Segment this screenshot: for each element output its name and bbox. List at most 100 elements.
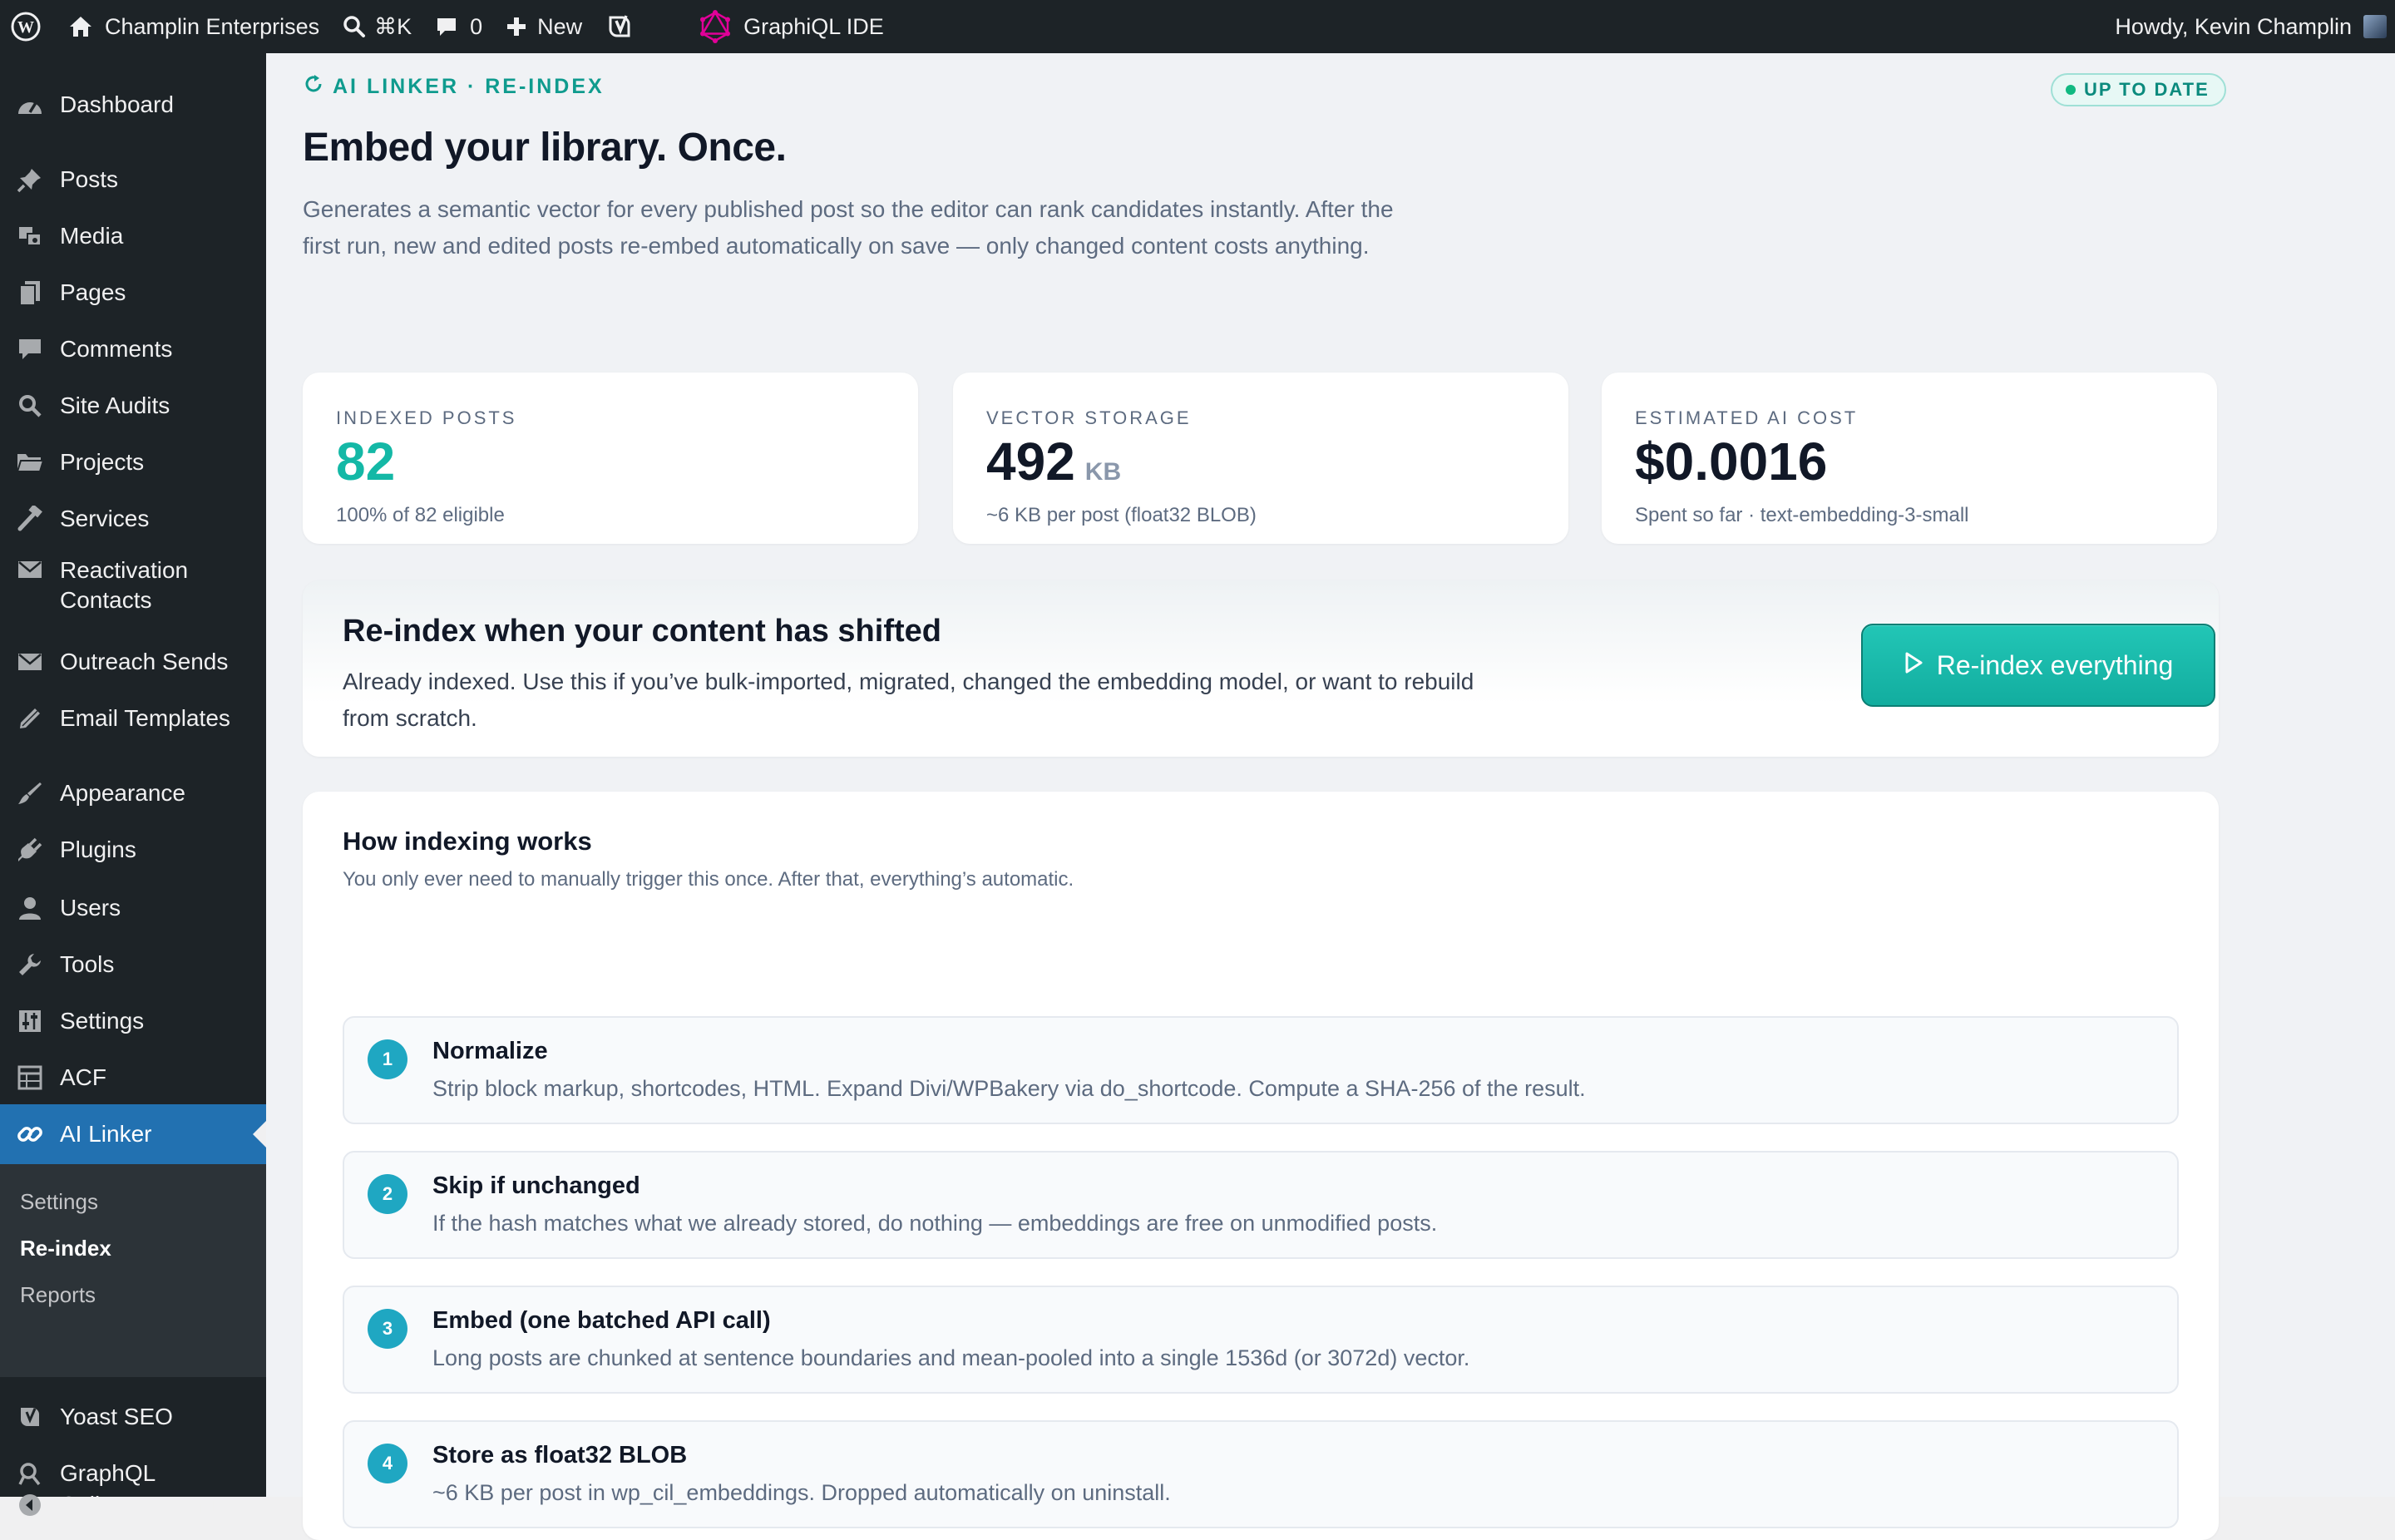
admin-bar: W Champlin Enterprises ⌘K 0 New GraphiQL… (0, 0, 2395, 53)
sidebar-label-ai-linker: AI Linker (60, 1121, 152, 1147)
dashboard-gauge-icon (0, 92, 60, 117)
submenu-item-reports[interactable]: Reports (20, 1282, 96, 1308)
sidebar-item-email-templates[interactable]: Email Templates (0, 695, 266, 742)
sidebar-item-services[interactable]: Services (0, 496, 266, 542)
breadcrumb: AI LINKER · RE-INDEX (303, 73, 605, 101)
step-description: ~6 KB per post in wp_cil_embeddings. Dro… (432, 1480, 1171, 1505)
stat-card-estimated-cost: ESTIMATED AI COST $0.0016 Spent so far ·… (1602, 373, 2217, 544)
reindex-description: Already indexed. Use this if you’ve bulk… (343, 669, 1474, 731)
sidebar-label-media: Media (60, 223, 124, 249)
sidebar-item-appearance[interactable]: Appearance (0, 770, 266, 817)
search-icon (343, 15, 366, 38)
stat-unit: KB (1084, 458, 1122, 486)
stat-value: 492 KB (986, 431, 1121, 492)
comments-link[interactable]: 0 (423, 0, 494, 53)
step-number-badge: 1 (368, 1039, 407, 1079)
sidebar-label-posts: Posts (60, 166, 119, 192)
sidebar-item-yoast-seo[interactable]: Yoast SEO (0, 1394, 266, 1440)
plus-icon (506, 16, 527, 37)
stat-value: 82 (336, 431, 395, 492)
sidebar-item-pages[interactable]: Pages (0, 269, 266, 316)
sidebar-label-email-templates: Email Templates (60, 705, 230, 731)
sidebar-item-outreach-sends[interactable]: Outreach Sends (0, 639, 266, 685)
admin-sidebar: Dashboard Posts Media Pages Comments Sit… (0, 53, 266, 1518)
sidebar-item-acf[interactable]: ACF (0, 1054, 266, 1101)
plug-icon (0, 837, 60, 863)
reindex-button-label: Re-index everything (1936, 649, 2174, 680)
new-label: New (537, 13, 583, 39)
graphiql-link[interactable]: GraphiQL IDE (687, 0, 896, 53)
breadcrumb-label: AI LINKER · RE-INDEX (333, 75, 605, 98)
sidebar-item-settings[interactable]: Settings (0, 998, 266, 1044)
step-title: Skip if unchanged (432, 1172, 640, 1199)
how-subtitle: You only ever need to manually trigger t… (343, 868, 1074, 891)
search-shortcut-label: ⌘K (374, 13, 412, 39)
how-title: How indexing works (343, 827, 592, 856)
site-name-link[interactable]: Champlin Enterprises (57, 0, 331, 53)
sidebar-item-posts[interactable]: Posts (0, 156, 266, 203)
comment-bubble-icon (435, 15, 458, 38)
sidebar-label-services: Services (60, 506, 150, 531)
step-card: 3 Embed (one batched API call) Long post… (343, 1286, 2179, 1394)
step-number-badge: 4 (368, 1444, 407, 1483)
home-icon (68, 15, 93, 38)
stat-card-indexed-posts: INDEXED POSTS 82 100% of 82 eligible (303, 373, 918, 544)
comments-count: 0 (470, 13, 483, 39)
status-badge: UP TO DATE (2051, 73, 2226, 106)
submenu-item-settings[interactable]: Settings (20, 1189, 98, 1215)
step-card: 2 Skip if unchanged If the hash matches … (343, 1151, 2179, 1259)
account-menu[interactable]: Howdy, Kevin Champlin (2103, 0, 2395, 53)
sidebar-item-dashboard[interactable]: Dashboard (0, 81, 266, 128)
submenu-item-reindex[interactable]: Re-index (20, 1236, 111, 1261)
page-description: Generates a semantic vector for every pu… (303, 196, 1394, 259)
sidebar-item-reactivation-contacts[interactable]: Reactivation Contacts (0, 552, 266, 619)
sidebar-label-contacts: Contacts (60, 587, 152, 613)
comment-icon (0, 337, 60, 362)
sidebar-item-projects[interactable]: Projects (0, 439, 266, 486)
stat-label: VECTOR STORAGE (986, 407, 1192, 428)
pages-icon (0, 279, 60, 306)
envelope-icon (0, 552, 60, 580)
collapse-menu-button[interactable]: Collapse Menu (0, 1482, 266, 1528)
step-card: 1 Normalize Strip block markup, shortcod… (343, 1016, 2179, 1124)
sidebar-item-tools[interactable]: Tools (0, 941, 266, 988)
sidebar-label-pages: Pages (60, 279, 126, 305)
main-content: AI LINKER · RE-INDEX UP TO DATE Embed yo… (266, 53, 2395, 1540)
sidebar-label-appearance: Appearance (60, 780, 186, 806)
step-description: If the hash matches what we already stor… (432, 1211, 1438, 1236)
sidebar-item-ai-linker[interactable]: AI Linker (0, 1104, 266, 1164)
sidebar-label-tools: Tools (60, 951, 115, 977)
sidebar-item-site-audits[interactable]: Site Audits (0, 383, 266, 429)
new-content-link[interactable]: New (494, 0, 594, 53)
sidebar-label-outreach-sends: Outreach Sends (60, 649, 229, 674)
stat-number: $0.0016 (1635, 432, 1828, 491)
avatar (2363, 15, 2387, 38)
sidebar-item-comments[interactable]: Comments (0, 326, 266, 373)
magnifier-icon (0, 393, 60, 418)
search-shortcut[interactable]: ⌘K (331, 0, 423, 53)
status-dot-icon (2066, 85, 2076, 95)
stat-subtext: 100% of 82 eligible (336, 504, 505, 526)
sidebar-label-projects: Projects (60, 449, 145, 475)
sidebar-item-users[interactable]: Users (0, 885, 266, 931)
stat-label: INDEXED POSTS (336, 407, 517, 428)
stat-card-vector-storage: VECTOR STORAGE 492 KB ~6 KB per post (fl… (953, 373, 1568, 544)
step-number-badge: 2 (368, 1174, 407, 1214)
media-icon (0, 223, 60, 249)
wordpress-logo-icon[interactable]: W (0, 0, 57, 53)
sidebar-label-reactivation: Reactivation (60, 557, 189, 583)
hammer-icon (0, 506, 60, 532)
stat-value: $0.0016 (1635, 431, 1827, 492)
sidebar-item-plugins[interactable]: Plugins (0, 827, 266, 873)
step-description: Strip block markup, shortcodes, HTML. Ex… (432, 1076, 1586, 1101)
pushpin-icon (0, 166, 60, 193)
reindex-everything-button[interactable]: Re-index everything (1861, 624, 2215, 707)
sidebar-item-media[interactable]: Media (0, 213, 266, 259)
envelope-icon (0, 651, 60, 673)
sidebar-label-collapse: Collapse Menu (60, 1492, 215, 1518)
wrench-icon (0, 952, 60, 977)
stat-subtext: ~6 KB per post (float32 BLOB) (986, 504, 1257, 526)
yoast-icon (0, 1404, 60, 1429)
yoast-icon[interactable] (594, 0, 645, 53)
ai-linker-submenu: Settings Re-index Reports (0, 1164, 266, 1377)
